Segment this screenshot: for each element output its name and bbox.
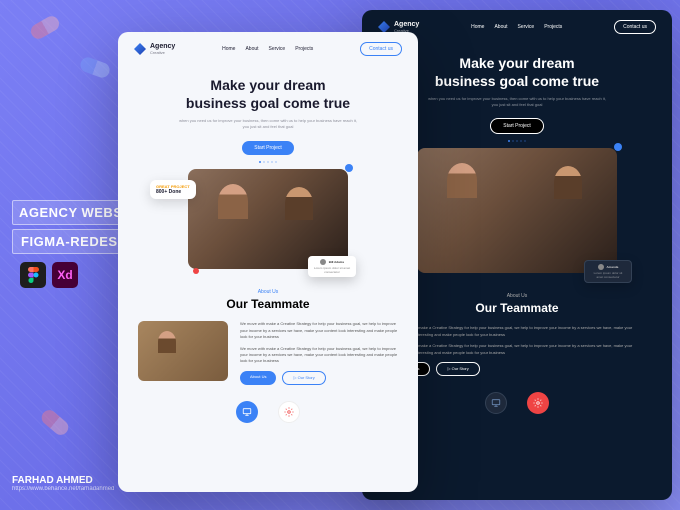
hero-title: Make your dream business goal come true bbox=[382, 54, 652, 90]
tool-icons: Xd bbox=[20, 262, 78, 288]
header: Agency Creative Home About Service Proje… bbox=[118, 32, 418, 66]
hero-subtitle: when you need us for improve your busine… bbox=[178, 118, 358, 130]
our-story-button[interactable]: ▷ Our Story bbox=[436, 362, 479, 376]
nav-menu: Home About Service Projects bbox=[222, 46, 313, 52]
decor-dot-blue bbox=[345, 164, 353, 172]
decor-dot-red bbox=[193, 268, 199, 274]
nav-home[interactable]: Home bbox=[222, 46, 235, 52]
teammate-section: We move with make a Creative Strategy fo… bbox=[118, 313, 418, 393]
our-story-button[interactable]: ▷ Our Story bbox=[282, 371, 325, 385]
carousel-dots[interactable] bbox=[138, 161, 398, 163]
teammate-copy: We move with make a Creative Strategy fo… bbox=[392, 325, 642, 376]
about-header: About Us Our Teammate bbox=[118, 281, 418, 313]
contact-button[interactable]: Contact us bbox=[614, 20, 656, 34]
logo-subtitle: Creative bbox=[150, 50, 175, 55]
nav-projects[interactable]: Projects bbox=[544, 24, 562, 30]
logo-name: Agency bbox=[394, 21, 419, 28]
start-project-button[interactable]: Start Project bbox=[490, 118, 544, 134]
contact-button[interactable]: Contact us bbox=[360, 42, 402, 56]
nav-home[interactable]: Home bbox=[471, 24, 484, 30]
badge-count: 800+ Done bbox=[156, 189, 181, 195]
nav-service[interactable]: Service bbox=[518, 24, 535, 30]
avatar-icon bbox=[598, 264, 604, 270]
author-link: https://www.behance.net/farhadahmed bbox=[12, 486, 114, 492]
teammate-copy: We move with make a Creative Strategy fo… bbox=[240, 321, 398, 385]
testimonial-card: Amanda Lorem ipsum dolor sit amet consec… bbox=[584, 260, 632, 283]
mockup-light: Agency Creative Home About Service Proje… bbox=[118, 32, 418, 492]
hero-image bbox=[188, 169, 348, 269]
avatar-icon bbox=[320, 259, 326, 265]
teammate-p2: We move with make a Creative Strategy fo… bbox=[392, 343, 642, 356]
stats-badge: GREAT PROJECT 800+ Done bbox=[150, 180, 196, 199]
author-credit: FARHAD AHMED https://www.behance.net/far… bbox=[12, 475, 114, 492]
testimonial-name: Amanda bbox=[607, 265, 619, 269]
display-icon[interactable] bbox=[236, 401, 258, 423]
logo[interactable]: Agency Creative bbox=[134, 43, 175, 55]
nav-projects[interactable]: Projects bbox=[295, 46, 313, 52]
about-us-button[interactable]: About Us bbox=[240, 371, 276, 385]
carousel-dots[interactable] bbox=[382, 140, 652, 142]
xd-icon: Xd bbox=[52, 262, 78, 288]
hero-subtitle: when you need us for improve your busine… bbox=[427, 96, 607, 108]
settings-icon[interactable] bbox=[527, 392, 549, 414]
testimonial-card: Bill Adams Lorem ipsum dolor sit amet co… bbox=[308, 256, 356, 277]
start-project-button[interactable]: Start Project bbox=[242, 141, 294, 155]
nav-about[interactable]: About bbox=[245, 46, 258, 52]
nav-menu: Home About Service Projects bbox=[471, 24, 562, 30]
decor-dot-blue bbox=[614, 143, 622, 151]
about-title: Our Teammate bbox=[118, 297, 418, 311]
hero-title: Make your dream business goal come true bbox=[138, 76, 398, 112]
settings-icon[interactable] bbox=[278, 401, 300, 423]
feature-icons bbox=[118, 393, 418, 431]
nav-about[interactable]: About bbox=[494, 24, 507, 30]
display-icon[interactable] bbox=[485, 392, 507, 414]
teammate-p2: We move with make a Creative Strategy fo… bbox=[240, 346, 398, 365]
testimonial-name: Bill Adams bbox=[329, 260, 344, 264]
logo-name: Agency bbox=[150, 43, 175, 50]
hero-image bbox=[417, 148, 617, 273]
teammate-image bbox=[138, 321, 228, 381]
teammate-p1: We move with make a Creative Strategy fo… bbox=[240, 321, 398, 340]
hero-section: Make your dream business goal come true … bbox=[118, 66, 418, 281]
teammate-p1: We move with make a Creative Strategy fo… bbox=[392, 325, 642, 338]
author-name: FARHAD AHMED bbox=[12, 475, 114, 486]
figma-icon bbox=[20, 262, 46, 288]
about-label: About Us bbox=[118, 289, 418, 295]
nav-service[interactable]: Service bbox=[269, 46, 286, 52]
logo-icon bbox=[134, 43, 146, 55]
